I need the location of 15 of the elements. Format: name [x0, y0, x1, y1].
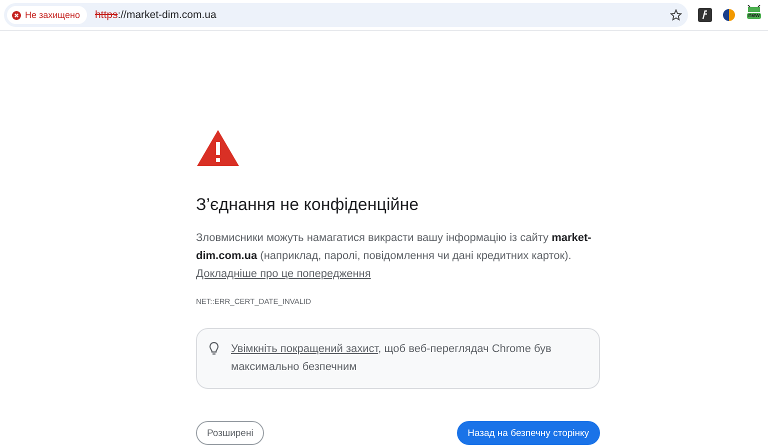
- circle-icon[interactable]: [722, 8, 736, 22]
- advanced-button[interactable]: Розширені: [196, 421, 264, 445]
- script-icon[interactable]: [698, 8, 712, 22]
- tip-text: Увімкніть покращений захист, щоб веб-переглядач Chrome був максимально безпечним: [231, 342, 552, 375]
- lightbulb-icon: [209, 342, 219, 356]
- page-title: З’єднання не конфіденційне: [196, 195, 420, 215]
- security-chip[interactable]: Не захищено: [7, 6, 87, 24]
- enhanced-protection-link[interactable]: Увімкніть покращений захист: [231, 343, 378, 355]
- back-to-safety-button[interactable]: Назад на безпечну сторінку: [456, 421, 600, 445]
- learn-more-link[interactable]: Докладніше про це попередження: [196, 268, 371, 280]
- warning-icon: [196, 129, 240, 167]
- bookmark-star-icon[interactable]: [670, 9, 682, 21]
- url-text[interactable]: https://market-dim.com.ua: [94, 9, 662, 21]
- error-icon: [12, 10, 21, 20]
- warning-message: Зловмисники можуть намагатися викрасти вашу інформацію із сайту market-dim.com.ua (наприклад, паролі, повідомлення чи дані кредитних карток). Докладніше про це попередження: [196, 231, 592, 282]
